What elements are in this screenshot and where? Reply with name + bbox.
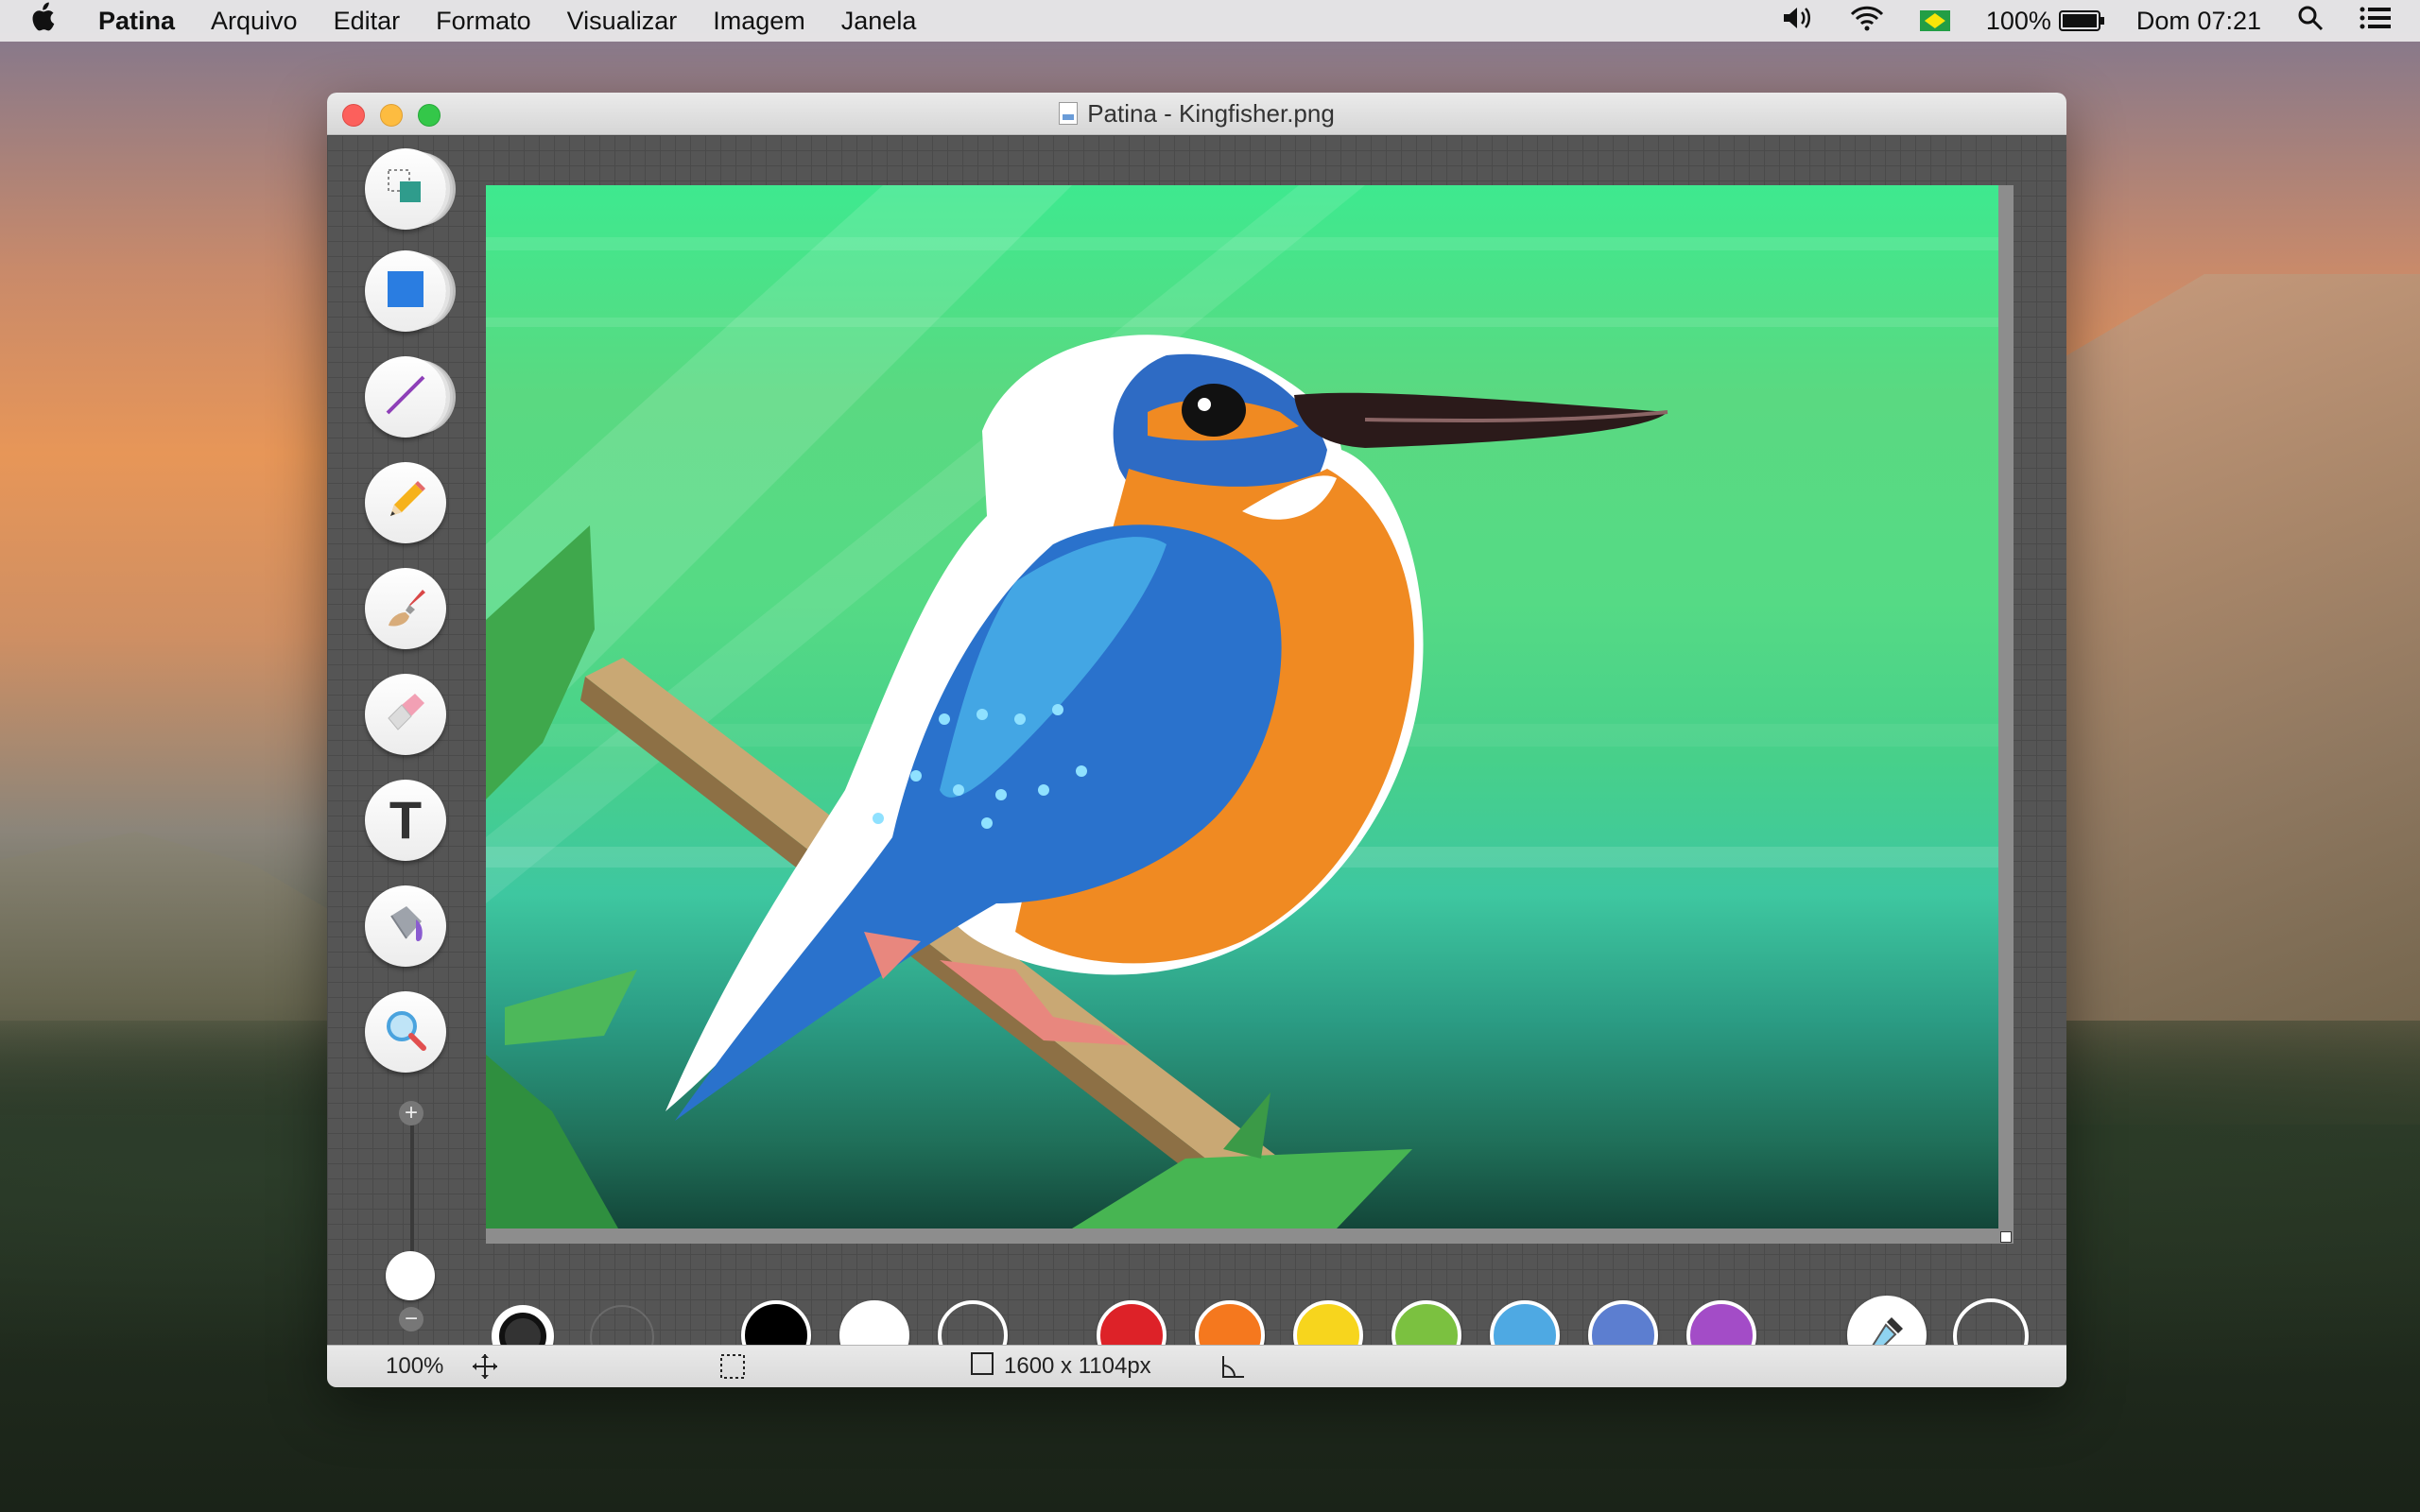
eraser-tool-button[interactable] <box>365 674 446 755</box>
selection-tool-button[interactable] <box>365 148 446 230</box>
shape-tool-button[interactable] <box>365 250 446 332</box>
menu-bar: Patina Arquivo Editar Formato Visualizar… <box>0 0 2420 42</box>
text-tool-button[interactable]: T <box>365 780 446 861</box>
canvas-horizontal-scrollbar[interactable] <box>486 1228 2014 1244</box>
eraser-icon <box>383 690 428 740</box>
battery-icon <box>2058 10 2104 31</box>
apple-logo-icon[interactable] <box>28 2 60 40</box>
angle-icon <box>1219 1346 1248 1387</box>
selection-marquee-icon <box>718 1346 747 1387</box>
brazil-flag-icon[interactable] <box>1919 10 1950 31</box>
zoom-tool-button[interactable] <box>365 991 446 1073</box>
menu-editar[interactable]: Editar <box>334 7 401 36</box>
canvas-vertical-scrollbar[interactable] <box>1998 185 2014 1228</box>
menu-arquivo[interactable]: Arquivo <box>211 7 298 36</box>
pencil-tool-button[interactable] <box>365 462 446 543</box>
drawing-canvas[interactable] <box>486 185 1998 1228</box>
desktop-cliff <box>2061 274 2420 1125</box>
pencil-icon <box>383 478 428 528</box>
selection-tool-icon <box>385 166 426 213</box>
move-cursor-icon <box>471 1346 499 1387</box>
zoom-level[interactable]: 100% <box>386 1346 443 1387</box>
battery-percent: 100% <box>1985 6 2051 35</box>
notification-center-icon[interactable] <box>2360 6 2392 37</box>
zoom-in-button[interactable]: + <box>399 1101 424 1125</box>
battery-status[interactable]: 100% <box>1985 6 2104 36</box>
volume-icon[interactable] <box>1782 6 1814 37</box>
square-shape-icon <box>385 268 426 315</box>
wifi-icon[interactable] <box>1850 5 1884 38</box>
paint-bucket-icon <box>382 901 429 953</box>
menu-imagem[interactable]: Imagem <box>713 7 805 36</box>
text-tool-icon: T <box>389 790 423 850</box>
workspace: T + − <box>327 135 2066 1379</box>
zoom-slider-track[interactable] <box>410 1113 414 1264</box>
kingfisher-artwork <box>486 185 1998 1228</box>
canvas-resize-handle[interactable] <box>2000 1231 2012 1243</box>
canvas-size-icon <box>970 1351 994 1383</box>
window-title: Patina - Kingfisher.png <box>1087 98 1335 128</box>
status-bar: 100% 1600 x 1104px <box>327 1345 2066 1387</box>
title-bar[interactable]: Patina - Kingfisher.png <box>327 93 2066 135</box>
menu-formato[interactable]: Formato <box>436 7 531 36</box>
brush-icon <box>383 584 428 634</box>
zoom-slider-knob[interactable] <box>386 1251 435 1300</box>
line-icon <box>382 371 429 423</box>
document-icon <box>1059 102 1079 125</box>
menu-janela[interactable]: Janela <box>841 7 917 36</box>
line-tool-button[interactable] <box>365 356 446 438</box>
menu-clock[interactable]: Dom 07:21 <box>2136 7 2261 36</box>
brush-tool-button[interactable] <box>365 568 446 649</box>
spotlight-search-icon[interactable] <box>2297 5 2324 38</box>
canvas-size-readout: 1600 x 1104px <box>970 1346 1151 1387</box>
fill-tool-button[interactable] <box>365 885 446 967</box>
patina-window: Patina - Kingfisher.png T + − 100% 1600 … <box>327 93 2066 1387</box>
menu-app-name[interactable]: Patina <box>98 7 175 36</box>
magnifier-icon <box>382 1006 429 1058</box>
canvas-dimensions: 1600 x 1104px <box>1004 1353 1151 1379</box>
menu-visualizar[interactable]: Visualizar <box>567 7 678 36</box>
zoom-out-button[interactable]: − <box>399 1307 424 1332</box>
